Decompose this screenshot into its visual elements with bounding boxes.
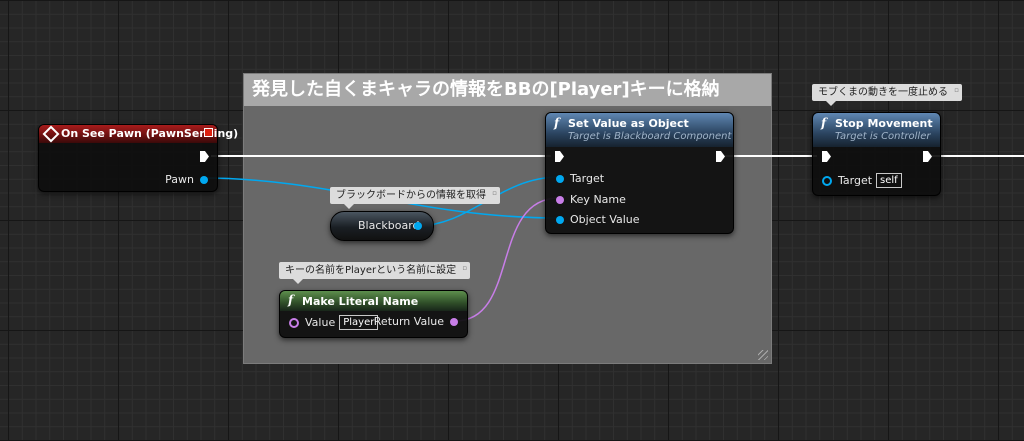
stop-movement-comment-text: モブくまの動きを一度止める <box>818 87 948 98</box>
stop-movement-target-pin[interactable]: Target self <box>822 173 902 188</box>
blackboard-variable-node[interactable]: Blackboard <box>330 211 434 241</box>
key-name-pin[interactable]: Key Name <box>556 193 626 206</box>
return-value-label: Return Value <box>373 315 444 328</box>
make-literal-title: Make Literal Name <box>302 295 419 308</box>
make-literal-comment-text: キーの名前をPlayerという名前に設定 <box>285 265 457 276</box>
exec-out-icon[interactable] <box>716 151 725 162</box>
function-icon: f <box>288 293 294 307</box>
blackboard-out-pin-icon[interactable] <box>414 222 422 230</box>
value-input-field[interactable]: Player <box>339 315 379 330</box>
pawn-pin-icon[interactable] <box>200 175 208 184</box>
target-pin-icon[interactable] <box>556 174 564 183</box>
set-value-as-object-node[interactable]: f Set Value as Object Target is Blackboa… <box>545 112 734 234</box>
make-literal-comment-bubble[interactable]: キーの名前をPlayerという名前に設定 ▫ <box>279 262 471 284</box>
object-value-pin-label: Object Value <box>570 213 640 226</box>
value-pin[interactable]: Value Player <box>289 315 379 330</box>
return-value-pin[interactable]: Return Value <box>374 315 458 328</box>
event-exec-out-pin[interactable] <box>200 151 209 162</box>
object-value-pin-icon[interactable] <box>556 215 564 224</box>
stop-movement-subtitle: Target is Controller <box>835 131 931 142</box>
value-pin-icon[interactable] <box>289 317 299 328</box>
value-pin-label: Value <box>305 316 336 329</box>
delegate-pin-icon[interactable] <box>204 128 213 137</box>
set-value-exec-in-pin[interactable] <box>555 151 564 162</box>
event-icon <box>42 125 60 143</box>
target-pin[interactable]: Target <box>556 172 604 185</box>
set-value-subtitle: Target is Blackboard Component <box>568 131 732 142</box>
exec-in-icon[interactable] <box>822 151 831 162</box>
object-value-pin[interactable]: Object Value <box>556 213 640 226</box>
on-see-pawn-header[interactable]: On See Pawn (PawnSensing) <box>39 125 238 143</box>
stop-movement-header[interactable]: f Stop Movement Target is Controller <box>813 113 940 147</box>
stop-movement-comment-bubble[interactable]: モブくまの動きを一度止める ▫ <box>812 84 962 106</box>
pawn-pin-label: Pawn <box>165 173 194 186</box>
key-name-pin-icon[interactable] <box>556 195 564 204</box>
make-literal-header[interactable]: f Make Literal Name <box>280 291 467 311</box>
target-pin-icon[interactable] <box>822 175 832 186</box>
exec-in-icon[interactable] <box>555 151 564 162</box>
set-value-title: Set Value as Object <box>568 117 689 130</box>
comment-box-title[interactable]: 発見した自くまキャラの情報をBBの[Player]キーに格納 <box>244 74 771 106</box>
stop-movement-node[interactable]: f Stop Movement Target is Controller Tar… <box>812 112 941 196</box>
make-literal-name-node[interactable]: f Make Literal Name Value Player Return … <box>279 290 468 338</box>
function-icon: f <box>821 116 827 130</box>
function-icon: f <box>554 116 560 130</box>
bubble-pin-icon[interactable]: ▫ <box>462 265 467 272</box>
pawn-pin[interactable]: Pawn <box>165 173 208 186</box>
bubble-pin-icon[interactable]: ▫ <box>492 190 497 197</box>
stop-movement-title: Stop Movement <box>835 117 933 130</box>
stop-target-label: Target <box>838 174 873 187</box>
exec-out-icon[interactable] <box>923 151 932 162</box>
set-value-header[interactable]: f Set Value as Object Target is Blackboa… <box>546 113 733 147</box>
return-value-pin-icon[interactable] <box>450 317 458 326</box>
on-see-pawn-node[interactable]: On See Pawn (PawnSensing) Pawn <box>38 124 238 192</box>
comment-resize-grip[interactable] <box>758 350 768 360</box>
blackboard-comment-bubble[interactable]: ブラックボードからの情報を取得 ▫ <box>330 187 500 209</box>
stop-movement-exec-in-pin[interactable] <box>822 151 831 162</box>
target-pin-label: Target <box>570 172 605 185</box>
blackboard-label: Blackboard <box>358 219 420 232</box>
target-self-field[interactable]: self <box>876 173 902 188</box>
set-value-exec-out-pin[interactable] <box>716 151 725 162</box>
exec-out-icon[interactable] <box>200 151 209 162</box>
key-name-pin-label: Key Name <box>570 193 626 206</box>
stop-movement-exec-out-pin[interactable] <box>923 151 932 162</box>
bubble-pin-icon[interactable]: ▫ <box>954 87 959 94</box>
blackboard-comment-text: ブラックボードからの情報を取得 <box>336 190 486 201</box>
